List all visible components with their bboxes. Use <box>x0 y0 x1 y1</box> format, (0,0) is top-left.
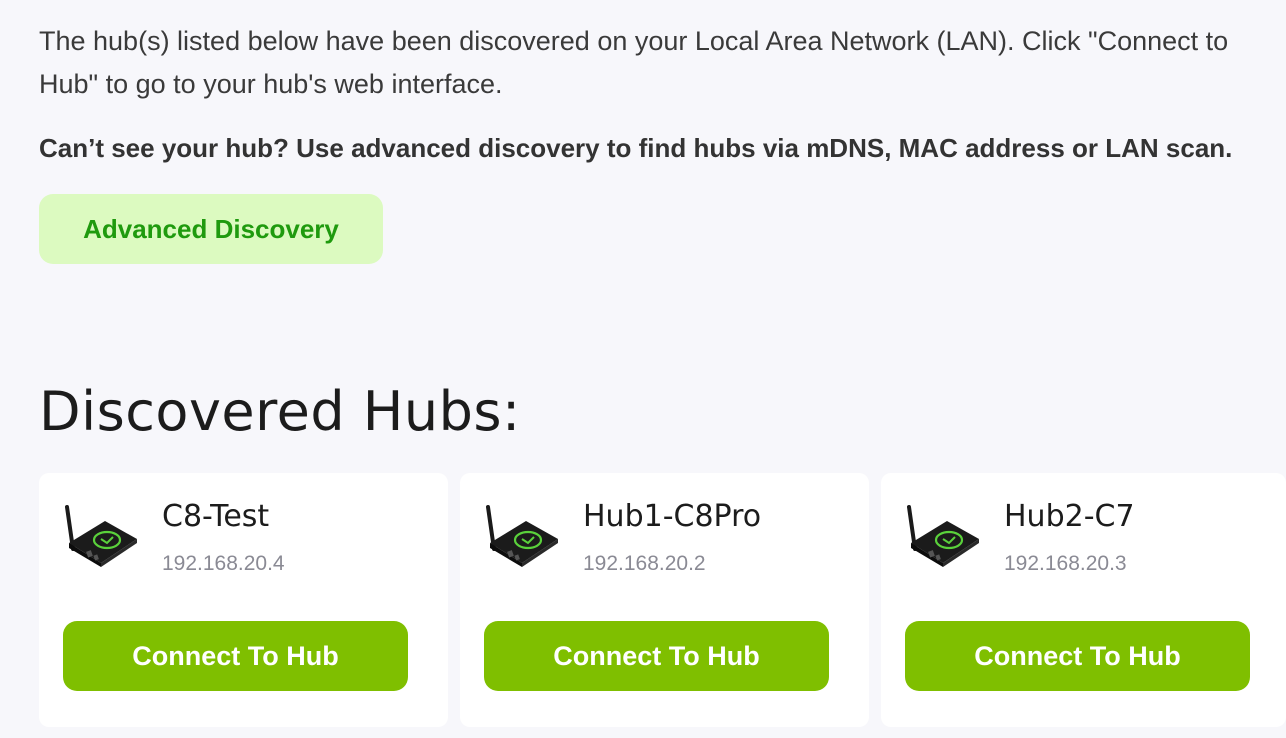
hub-name: Hub1-C8Pro <box>583 499 762 534</box>
connect-to-hub-button[interactable]: Connect To Hub <box>63 621 408 691</box>
advanced-discovery-button[interactable]: Advanced Discovery <box>39 194 383 264</box>
hub-card: Hub2-C7 192.168.20.3 Connect To Hub <box>881 473 1286 727</box>
hub-device-icon <box>486 505 558 567</box>
page-title: Discovered Hubs: <box>39 380 521 443</box>
intro-text: The hub(s) listed below have been discov… <box>39 26 1229 99</box>
hub-ip-address: 192.168.20.2 <box>583 552 706 575</box>
page: The hub(s) listed below have been discov… <box>0 0 1286 738</box>
hub-card: C8-Test 192.168.20.4 Connect To Hub <box>39 473 448 727</box>
hub-card: Hub1-C8Pro 192.168.20.2 Connect To Hub <box>460 473 869 727</box>
hub-ip-address: 192.168.20.4 <box>162 552 285 575</box>
hub-ip-address: 192.168.20.3 <box>1004 552 1127 575</box>
hub-device-icon <box>907 505 979 567</box>
hub-card-list: C8-Test 192.168.20.4 Connect To Hub Hub1… <box>39 473 1286 727</box>
hub-device-icon <box>65 505 137 567</box>
connect-to-hub-button[interactable]: Connect To Hub <box>905 621 1250 691</box>
connect-to-hub-button[interactable]: Connect To Hub <box>484 621 829 691</box>
hub-name: C8-Test <box>162 499 270 534</box>
hub-name: Hub2-C7 <box>1004 499 1135 534</box>
discovery-hint: Can’t see your hub? Use advanced discove… <box>39 133 1233 163</box>
